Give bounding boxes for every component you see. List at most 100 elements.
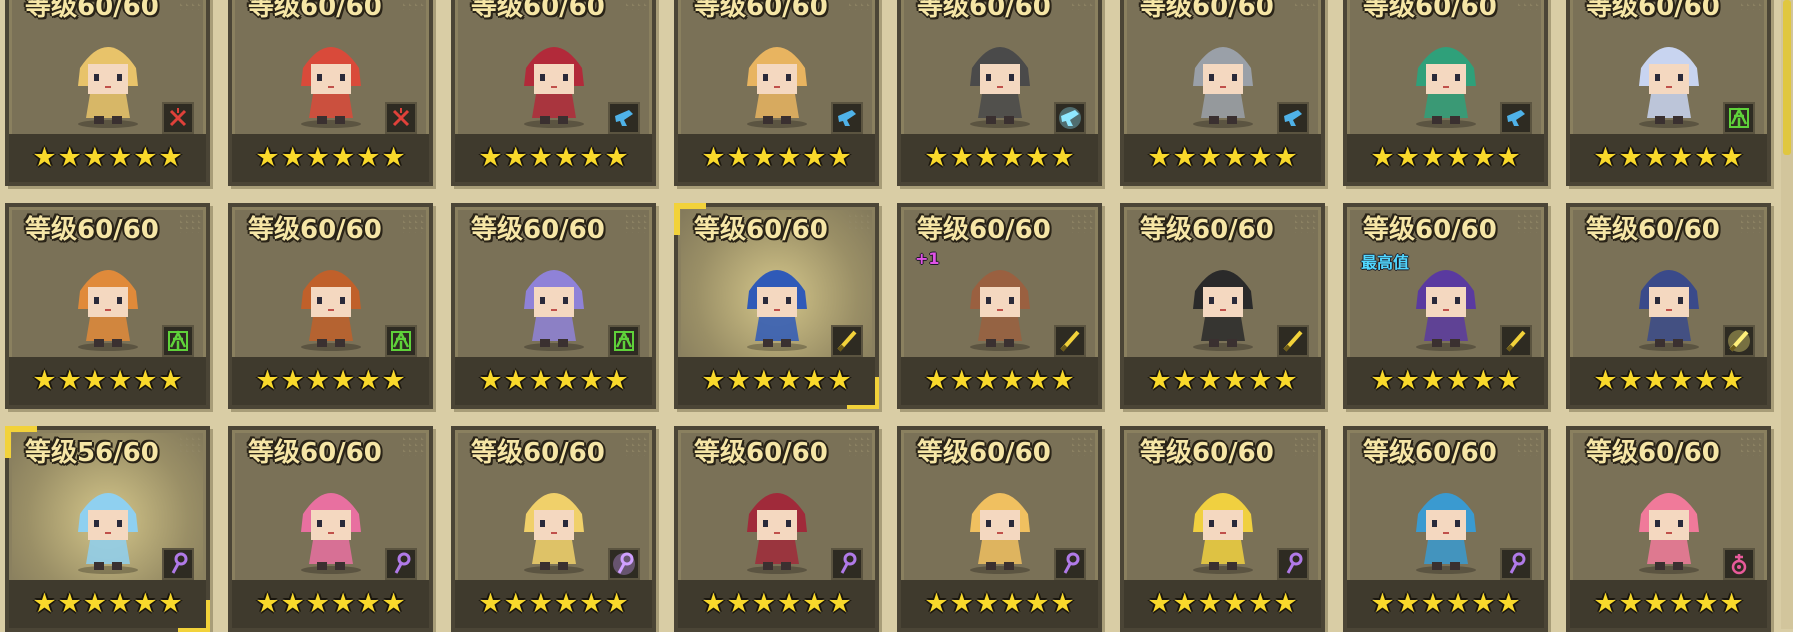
hero-portrait	[1163, 28, 1283, 128]
hero-card[interactable]: 等级60/60 ★ ★ ★ ★ ★ ★	[451, 0, 656, 186]
star-icon: ★	[1471, 588, 1496, 619]
star-icon: ★	[1669, 588, 1694, 619]
claw-icon	[1723, 102, 1755, 134]
claw-icon	[385, 325, 417, 357]
hero-card[interactable]: 等级60/60 ★ ★ ★ ★ ★ ★	[1566, 426, 1771, 632]
star-icon: ★	[108, 365, 133, 396]
hero-card[interactable]: 等级60/60 ★ ★ ★ ★ ★ ★	[5, 0, 210, 186]
star-rating: ★ ★ ★ ★ ★ ★	[232, 357, 429, 405]
hero-portrait	[717, 28, 837, 128]
star-icon: ★	[1273, 365, 1298, 396]
star-icon: ★	[1248, 142, 1273, 173]
star-rating: ★ ★ ★ ★ ★ ★	[9, 134, 206, 182]
card-corner-decoration	[1741, 434, 1763, 456]
star-icon: ★	[503, 365, 528, 396]
hero-level-label: 等级60/60	[917, 215, 1051, 245]
star-icon: ★	[1669, 365, 1694, 396]
star-icon: ★	[974, 588, 999, 619]
hero-card[interactable]: 等级60/60 ★ ★ ★ ★ ★ ★	[897, 0, 1102, 186]
star-icon: ★	[255, 365, 280, 396]
hero-card[interactable]: 等级60/60 ★ ★ ★ ★ ★ ★	[1120, 0, 1325, 186]
hero-card[interactable]: 等级60/60 ★ ★ ★ ★ ★ ★	[451, 426, 656, 632]
star-icon: ★	[777, 588, 802, 619]
hero-card[interactable]: 等级60/60 ★ ★ ★ ★ ★ ★	[228, 426, 433, 632]
star-icon: ★	[478, 588, 503, 619]
scrollbar[interactable]	[1781, 0, 1793, 629]
staff-icon	[831, 548, 863, 580]
claw-icon	[162, 325, 194, 357]
hero-card[interactable]: 等级60/60 ★ ★ ★ ★ ★ ★	[1120, 426, 1325, 632]
hero-card[interactable]: 等级60/60 ★ ★ ★ ★ ★ ★	[1120, 203, 1325, 409]
hero-card[interactable]: 等级60/60 ★ ★ ★ ★ ★ ★	[674, 0, 879, 186]
star-rating: ★ ★ ★ ★ ★ ★	[1347, 357, 1544, 405]
hero-card[interactable]: 等级60/60 ★ ★ ★ ★ ★ ★	[1566, 203, 1771, 409]
hero-level-label: 等级60/60	[917, 438, 1051, 468]
card-corner-decoration	[180, 211, 202, 233]
hero-card[interactable]: 等级60/60 ★ ★ ★ ★ ★ ★	[5, 203, 210, 409]
star-icon: ★	[949, 365, 974, 396]
star-icon: ★	[554, 142, 579, 173]
star-icon: ★	[1719, 588, 1744, 619]
star-icon: ★	[1273, 588, 1298, 619]
hero-card[interactable]: 等级56/60 ★ ★ ★ ★ ★ ★	[5, 426, 210, 632]
star-rating: ★ ★ ★ ★ ★ ★	[1570, 134, 1767, 182]
scrollbar-thumb[interactable]	[1783, 0, 1791, 155]
star-rating: ★ ★ ★ ★ ★ ★	[232, 134, 429, 182]
hero-card[interactable]: 等级60/60 ★ ★ ★ ★ ★ ★	[1566, 0, 1771, 186]
star-icon: ★	[503, 588, 528, 619]
star-icon: ★	[1197, 588, 1222, 619]
star-icon: ★	[554, 365, 579, 396]
hero-portrait	[271, 28, 391, 128]
card-corner-decoration	[1741, 0, 1763, 10]
star-icon: ★	[1025, 365, 1050, 396]
staff-icon	[162, 548, 194, 580]
star-rating: ★ ★ ★ ★ ★ ★	[1347, 580, 1544, 628]
hero-level-label: 等级60/60	[248, 215, 382, 245]
gun-glow-icon	[1054, 102, 1086, 134]
star-rating: ★ ★ ★ ★ ★ ★	[1124, 134, 1321, 182]
hero-card[interactable]: 等级60/60 ★ ★ ★ ★ ★ ★	[228, 203, 433, 409]
star-icon: ★	[255, 588, 280, 619]
star-icon: ★	[1694, 588, 1719, 619]
card-corner-decoration	[1295, 434, 1317, 456]
star-icon: ★	[1050, 588, 1075, 619]
hero-level-label: 等级60/60	[248, 438, 382, 468]
star-icon: ★	[1172, 142, 1197, 173]
star-icon: ★	[1197, 365, 1222, 396]
hero-card[interactable]: 等级60/60 ★ ★ ★ ★ ★ ★	[1343, 426, 1548, 632]
hero-card[interactable]: 等级60/60 ★ ★ ★ ★ ★ ★	[1343, 0, 1548, 186]
star-rating: ★ ★ ★ ★ ★ ★	[1347, 134, 1544, 182]
star-icon: ★	[280, 365, 305, 396]
star-rating: ★ ★ ★ ★ ★ ★	[678, 134, 875, 182]
star-icon: ★	[1420, 365, 1445, 396]
star-icon: ★	[604, 365, 629, 396]
star-icon: ★	[1618, 142, 1643, 173]
hero-card[interactable]: 等级60/60 +1 ★ ★ ★ ★ ★ ★	[897, 203, 1102, 409]
star-rating: ★ ★ ★ ★ ★ ★	[9, 357, 206, 405]
hero-level-label: 等级60/60	[471, 215, 605, 245]
card-corner-decoration	[1295, 0, 1317, 10]
hero-card[interactable]: 等级60/60 ★ ★ ★ ★ ★ ★	[674, 426, 879, 632]
hero-level-label: 等级60/60	[1140, 438, 1274, 468]
hero-portrait	[48, 28, 168, 128]
star-icon: ★	[1420, 588, 1445, 619]
hero-card[interactable]: 等级60/60 ★ ★ ★ ★ ★ ★	[897, 426, 1102, 632]
star-rating: ★ ★ ★ ★ ★ ★	[455, 580, 652, 628]
star-icon: ★	[280, 588, 305, 619]
hero-grid: 等级60/60 ★ ★ ★ ★ ★ ★ 等级60/60 ★ ★ ★ ★ ★ ★ 等级60/60 ★ ★ ★ ★…	[0, 0, 1771, 632]
star-icon: ★	[82, 588, 107, 619]
hero-card[interactable]: 等级60/60 ★ ★ ★ ★ ★ ★	[451, 203, 656, 409]
sword-icon	[1054, 325, 1086, 357]
star-icon: ★	[158, 365, 183, 396]
hero-level-label: 等级60/60	[1363, 215, 1497, 245]
star-icon: ★	[1643, 365, 1668, 396]
hero-level-label: 等级60/60	[694, 215, 828, 245]
cross-icon	[162, 102, 194, 134]
star-icon: ★	[82, 365, 107, 396]
hero-card[interactable]: 等级60/60 ★ ★ ★ ★ ★ ★	[674, 203, 879, 409]
sword-icon	[1500, 325, 1532, 357]
star-rating: ★ ★ ★ ★ ★ ★	[901, 580, 1098, 628]
hero-card[interactable]: 等级60/60 最高值 ★ ★ ★ ★ ★ ★	[1343, 203, 1548, 409]
hero-card[interactable]: 等级60/60 ★ ★ ★ ★ ★ ★	[228, 0, 433, 186]
gun-icon	[831, 102, 863, 134]
